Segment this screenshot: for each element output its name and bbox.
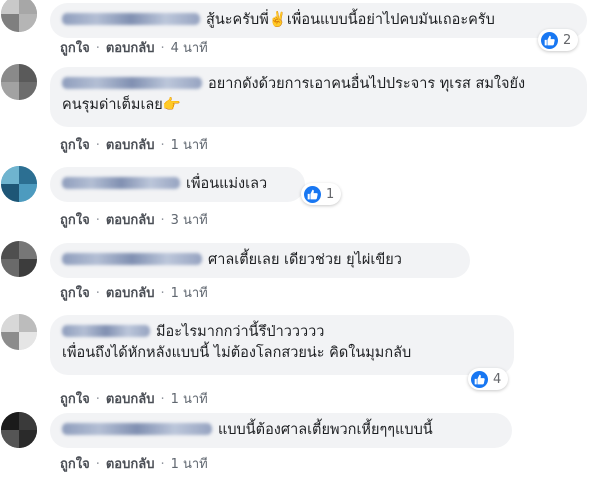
comment-actions: ถูกใจ · ตอบกลับ · 4 นาที bbox=[60, 41, 208, 56]
comment-text-line1: อยากดังด้วยการเอาคนอื่นไปประจาร ทุเรส สม… bbox=[208, 76, 526, 92]
avatar[interactable] bbox=[1, 314, 37, 350]
thumbs-up-icon bbox=[471, 370, 488, 388]
comment-actions: ถูกใจ · ตอบกลับ · 1 นาที bbox=[60, 392, 208, 407]
like-link[interactable]: ถูกใจ bbox=[60, 392, 90, 407]
reply-link[interactable]: ตอบกลับ bbox=[106, 213, 155, 228]
commenter-name[interactable] bbox=[62, 177, 180, 189]
reply-link[interactable]: ตอบกลับ bbox=[106, 392, 155, 407]
comment-text: เพื่อนแม่งเลว bbox=[186, 176, 268, 192]
comment-text-line2: คนรุมด่าเต็มเลย👉 bbox=[62, 97, 181, 113]
commenter-name[interactable] bbox=[62, 77, 202, 89]
reaction-count: 2 bbox=[563, 32, 572, 48]
timestamp[interactable]: 3 นาที bbox=[171, 213, 208, 228]
reaction-badge[interactable]: 1 bbox=[301, 183, 342, 205]
timestamp[interactable]: 1 นาที bbox=[171, 392, 208, 407]
like-link[interactable]: ถูกใจ bbox=[60, 286, 90, 301]
like-link[interactable]: ถูกใจ bbox=[60, 457, 90, 472]
timestamp[interactable]: 1 นาที bbox=[171, 286, 208, 301]
avatar[interactable] bbox=[1, 0, 37, 32]
commenter-name[interactable] bbox=[62, 13, 200, 25]
comment-actions: ถูกใจ · ตอบกลับ · 1 นาที bbox=[60, 457, 208, 472]
reply-link[interactable]: ตอบกลับ bbox=[106, 41, 155, 56]
comment-bubble: เพื่อนแม่งเลว bbox=[50, 167, 305, 202]
timestamp[interactable]: 1 นาที bbox=[171, 457, 208, 472]
like-link[interactable]: ถูกใจ bbox=[60, 41, 90, 56]
reaction-badge[interactable]: 2 bbox=[538, 29, 579, 51]
comment-text-line2: เพื่อนถึงได้หักหลังแบบนี้ ไม่ต้องโลกสวยน… bbox=[62, 345, 412, 361]
comment-actions: ถูกใจ · ตอบกลับ · 3 นาที bbox=[60, 213, 208, 228]
like-link[interactable]: ถูกใจ bbox=[60, 213, 90, 228]
comment-actions: ถูกใจ · ตอบกลับ · 1 นาที bbox=[60, 286, 208, 301]
timestamp[interactable]: 4 นาที bbox=[171, 41, 208, 56]
thumbs-up-icon bbox=[541, 31, 558, 49]
comment-bubble: สู้นะครับพี่✌️เพื่อนแบบนี้อย่าไปคบมันเถอ… bbox=[50, 3, 587, 38]
avatar[interactable] bbox=[1, 64, 37, 100]
thumbs-up-icon bbox=[304, 185, 321, 203]
commenter-name[interactable] bbox=[62, 253, 202, 265]
avatar[interactable] bbox=[1, 166, 37, 202]
avatar[interactable] bbox=[1, 412, 37, 448]
comment-text: สู้นะครับพี่✌️เพื่อนแบบนี้อย่าไปคบมันเถอ… bbox=[206, 12, 495, 28]
reply-link[interactable]: ตอบกลับ bbox=[106, 286, 155, 301]
commenter-name[interactable] bbox=[62, 325, 150, 337]
commenter-name[interactable] bbox=[62, 423, 212, 435]
reaction-badge[interactable]: 4 bbox=[468, 368, 509, 390]
like-link[interactable]: ถูกใจ bbox=[60, 138, 90, 153]
reply-link[interactable]: ตอบกลับ bbox=[106, 457, 155, 472]
comment-bubble: แบบนี้ต้องศาลเตี้ยพวกเหี้ยๆๆแบบนี้ bbox=[50, 413, 512, 448]
reaction-count: 4 bbox=[493, 371, 502, 387]
timestamp[interactable]: 1 นาที bbox=[171, 138, 208, 153]
reaction-count: 1 bbox=[326, 186, 335, 202]
comment-actions: ถูกใจ · ตอบกลับ · 1 นาที bbox=[60, 138, 208, 153]
comment-bubble: มีอะไรมากกว่านี้รึป่าววววว เพื่อนถึงได้ห… bbox=[50, 315, 514, 375]
comment-bubble: อยากดังด้วยการเอาคนอื่นไปประจาร ทุเรส สม… bbox=[50, 67, 587, 127]
comment-text: แบบนี้ต้องศาลเตี้ยพวกเหี้ยๆๆแบบนี้ bbox=[218, 422, 433, 438]
avatar[interactable] bbox=[1, 241, 37, 277]
comment-thread: สู้นะครับพี่✌️เพื่อนแบบนี้อย่าไปคบมันเถอ… bbox=[0, 0, 598, 481]
comment-text: ศาลเตี้ยเลย เดียวช่วย ยุไผ่เขียว bbox=[208, 252, 402, 268]
comment-text-line1: มีอะไรมากกว่านี้รึป่าววววว bbox=[156, 324, 325, 340]
reply-link[interactable]: ตอบกลับ bbox=[106, 138, 155, 153]
comment-bubble: ศาลเตี้ยเลย เดียวช่วย ยุไผ่เขียว bbox=[50, 243, 470, 278]
